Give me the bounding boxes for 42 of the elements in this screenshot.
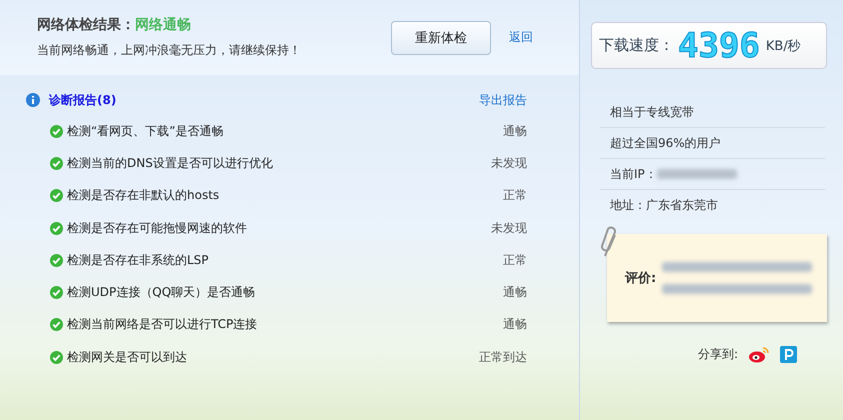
check-label: 检测是否存在非系统的LSP — [67, 252, 210, 269]
share-app-icon[interactable] — [780, 346, 797, 363]
check-icon — [50, 318, 63, 332]
check-icon — [50, 156, 63, 170]
share-label: 分享到: — [698, 346, 738, 363]
rating-label: 评价: — [625, 270, 656, 287]
check-label: 检测网关是否可以到达 — [67, 348, 188, 366]
result-title: 网络体检结果：网络通畅 — [37, 16, 192, 34]
check-icon — [50, 222, 63, 235]
info-text: 超过全国96%的用户 — [610, 134, 721, 152]
speed-value: 4396 — [678, 26, 760, 66]
report-title: 诊断报告(8) — [49, 92, 118, 108]
check-icon — [50, 189, 63, 202]
weibo-icon[interactable] — [748, 346, 770, 363]
check-result: 未发现 — [491, 154, 527, 172]
check-label: 检测“看网页、下载”是否通畅 — [67, 122, 224, 140]
check-label: 检测当前网络是否可以进行TCP连接 — [67, 316, 258, 334]
check-result: 正常 — [503, 187, 527, 204]
result-message: 当前网络畅通，上网冲浪毫无压力，请继续保持！ — [37, 42, 302, 59]
check-result: 通畅 — [503, 284, 527, 302]
check-result: 未发现 — [491, 220, 527, 237]
check-result: 正常 — [503, 252, 527, 269]
check-label: 检测是否存在可能拖慢网速的软件 — [67, 220, 248, 237]
check-label: 检测UDP连接（QQ聊天）是否通畅 — [67, 284, 256, 302]
info-icon — [26, 93, 40, 107]
check-label: 检测当前的DNS设置是否可以进行优化 — [67, 154, 274, 172]
info-text: 相当于专线宽带 — [610, 104, 694, 120]
speed-unit: KB/秒 — [766, 38, 801, 54]
check-result: 通畅 — [503, 122, 527, 140]
recheck-button[interactable]: 重新体检 — [391, 20, 491, 54]
back-link[interactable]: 返回 — [509, 29, 533, 46]
check-label: 检测是否存在非默认的hosts — [67, 187, 220, 204]
export-report-link[interactable]: 导出报告 — [479, 92, 527, 108]
check-result: 正常到达 — [479, 348, 527, 366]
check-icon — [50, 254, 63, 267]
check-icon — [50, 286, 63, 300]
check-icon — [50, 124, 63, 138]
check-result: 通畅 — [503, 316, 527, 334]
check-icon — [50, 350, 63, 364]
speed-label: 下载速度： — [599, 36, 674, 55]
info-text: 地址：广东省东莞市 — [610, 196, 718, 214]
info-text: 当前IP： — [610, 166, 657, 182]
